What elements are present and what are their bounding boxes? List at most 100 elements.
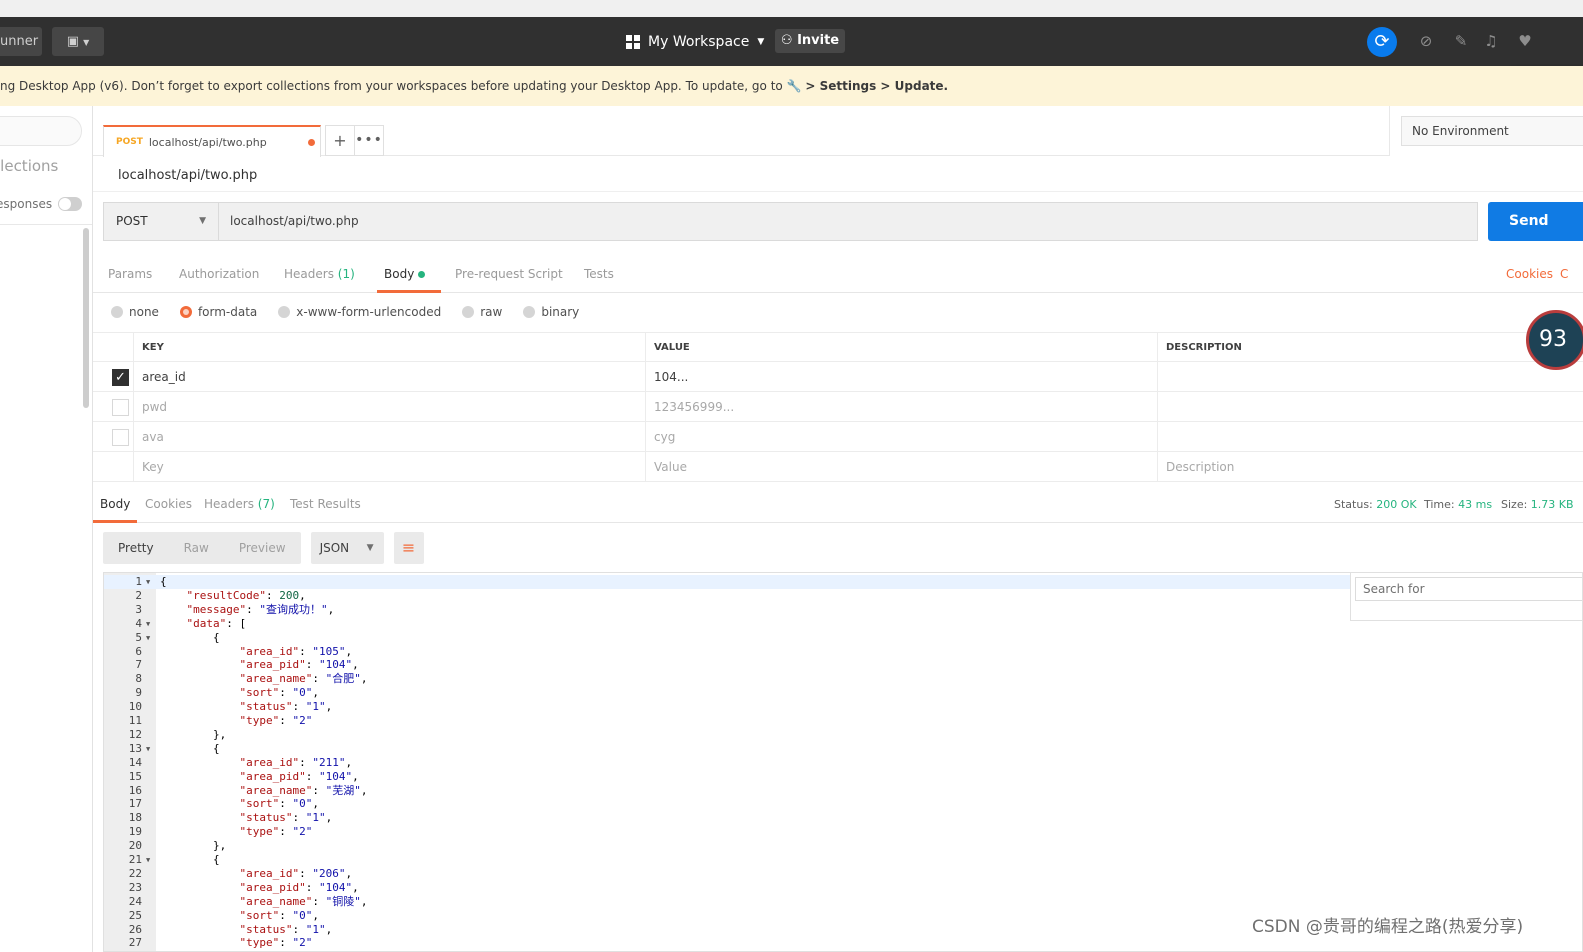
code-text: { bbox=[160, 630, 220, 644]
save-responses-toggle[interactable] bbox=[58, 197, 83, 211]
code-line: 21 ▼ { bbox=[104, 853, 1350, 867]
key-placeholder-cell[interactable]: Key bbox=[134, 452, 646, 482]
code-line: 25 "sort": "0", bbox=[104, 909, 1350, 923]
banner-text: ng Desktop App (v6). Don’t forget to exp… bbox=[0, 79, 783, 93]
response-view-toolbar: Pretty Raw Preview JSON ▼ ≡ bbox=[103, 532, 424, 564]
time-value: 43 ms bbox=[1458, 498, 1493, 511]
tab-prerequest-script[interactable]: Pre-request Script bbox=[455, 256, 563, 293]
tab-headers[interactable]: Headers (1) bbox=[284, 256, 355, 293]
response-size: Size: 1.73 KB bbox=[1501, 486, 1574, 523]
code-line: 8 "area_name": "合肥", bbox=[104, 672, 1350, 686]
size-value: 1.73 KB bbox=[1530, 498, 1574, 511]
value-placeholder-cell[interactable]: Value bbox=[646, 452, 1158, 482]
format-select[interactable]: JSON ▼ bbox=[310, 532, 384, 564]
tab-options-button[interactable]: ••• bbox=[354, 125, 384, 156]
tab-body-label: Body bbox=[384, 267, 415, 281]
bell-icon[interactable]: ♫ bbox=[1481, 31, 1501, 51]
radio-form-data[interactable]: form-data bbox=[179, 302, 257, 322]
runner-button[interactable]: unner bbox=[0, 27, 42, 56]
description-cell[interactable] bbox=[1158, 362, 1583, 392]
fold-arrow-icon[interactable]: ▼ bbox=[146, 742, 150, 756]
fold-arrow-icon[interactable]: ▼ bbox=[146, 631, 150, 645]
wrench-icon: 🔧 bbox=[786, 79, 802, 93]
wrap-lines-icon[interactable]: ≡ bbox=[393, 532, 424, 564]
description-cell[interactable] bbox=[1158, 392, 1583, 422]
preview-button[interactable]: Preview bbox=[224, 532, 301, 564]
column-header-key: KEY bbox=[134, 333, 646, 363]
line-number: 13 bbox=[128, 741, 142, 755]
description-cell[interactable] bbox=[1158, 422, 1583, 452]
key-cell[interactable]: ava bbox=[134, 422, 646, 452]
search-input[interactable]: Search for bbox=[1355, 577, 1582, 601]
satellite-icon[interactable]: ⊘ bbox=[1416, 31, 1436, 51]
tab-response-body[interactable]: Body bbox=[93, 486, 138, 523]
code-line: 7 "area_pid": "104", bbox=[104, 658, 1350, 672]
sidebar-search-input[interactable] bbox=[0, 116, 82, 146]
code-text: "type": "2" bbox=[239, 714, 313, 727]
description-placeholder-cell[interactable]: Description bbox=[1158, 452, 1583, 482]
code-text: "sort": "0", bbox=[239, 797, 319, 811]
wrench-icon[interactable]: ✎ bbox=[1451, 31, 1471, 51]
request-tab[interactable]: POST localhost/api/two.php bbox=[103, 125, 321, 157]
radio-none[interactable]: none bbox=[111, 302, 159, 322]
fold-arrow-icon[interactable]: ▼ bbox=[146, 575, 150, 589]
tab-authorization[interactable]: Authorization bbox=[179, 256, 259, 293]
checkbox-unchecked[interactable] bbox=[112, 429, 129, 446]
raw-button[interactable]: Raw bbox=[169, 532, 224, 564]
checkbox-unchecked[interactable] bbox=[112, 399, 129, 416]
fold-arrow-icon[interactable]: ▼ bbox=[146, 853, 150, 867]
table-row: pwd 123456999... bbox=[93, 392, 1583, 422]
tab-response-headers[interactable]: Headers (7) bbox=[204, 486, 275, 523]
tab-tests[interactable]: Tests bbox=[584, 256, 614, 293]
tab-method: POST bbox=[116, 137, 143, 147]
request-builder: POST localhost/api/two.php + ••• No Envi… bbox=[93, 106, 1583, 952]
method-select[interactable]: POST ▼ bbox=[104, 203, 219, 240]
code-text: { bbox=[160, 575, 167, 588]
cookies-link[interactable]: Cookies bbox=[1506, 256, 1553, 293]
tab-body[interactable]: Body bbox=[377, 256, 441, 293]
url-input[interactable]: localhost/api/two.php bbox=[219, 203, 1477, 240]
environment-select[interactable]: No Environment bbox=[1401, 116, 1583, 146]
pretty-button[interactable]: Pretty bbox=[103, 532, 169, 564]
request-tabs: Params Authorization Headers (1) Body Pr… bbox=[93, 256, 1583, 293]
tab-params[interactable]: Params bbox=[108, 256, 152, 293]
fold-arrow-icon[interactable]: ▼ bbox=[146, 617, 150, 631]
code-text: "area_id": "211", bbox=[239, 755, 353, 769]
heart-icon[interactable]: ♥ bbox=[1515, 31, 1535, 51]
code-line: 22 "area_id": "206", bbox=[104, 867, 1350, 881]
code-line: 4 ▼ "data": [ bbox=[104, 617, 1350, 631]
sidebar-collections-tab[interactable]: llections bbox=[0, 157, 58, 175]
code-line: 10 "status": "1", bbox=[104, 700, 1350, 714]
request-name[interactable]: localhost/api/two.php bbox=[118, 168, 257, 183]
sidebar-scrollbar[interactable] bbox=[83, 228, 89, 408]
code-link[interactable]: C bbox=[1560, 256, 1568, 293]
radio-urlencoded[interactable]: x-www-form-urlencoded bbox=[278, 302, 441, 322]
active-indicator-dot bbox=[418, 271, 426, 278]
value-cell[interactable]: 104... bbox=[646, 362, 1158, 392]
response-body-editor[interactable]: 1 ▼{2 "resultCode": 200, 3 "message": "查询成… bbox=[103, 572, 1583, 952]
tab-response-cookies[interactable]: Cookies bbox=[145, 486, 192, 523]
code-text: }, bbox=[160, 727, 227, 741]
update-banner: ng Desktop App (v6). Don’t forget to exp… bbox=[0, 66, 1583, 106]
status-label: Status: bbox=[1334, 498, 1373, 511]
value-cell[interactable]: 123456999... bbox=[646, 392, 1158, 422]
key-cell[interactable]: pwd bbox=[134, 392, 646, 422]
floating-speed-badge[interactable]: 93 bbox=[1526, 310, 1583, 370]
sync-icon[interactable]: ⟳ bbox=[1367, 27, 1397, 57]
radio-binary[interactable]: binary bbox=[523, 302, 579, 322]
checkbox-checked[interactable]: ✓ bbox=[112, 369, 129, 386]
code-line: 2 "resultCode": 200, bbox=[104, 589, 1350, 603]
send-button[interactable]: Send bbox=[1488, 202, 1583, 241]
line-number: 4 bbox=[135, 616, 142, 630]
invite-button[interactable]: ⚇ Invite bbox=[775, 29, 845, 53]
code-text: "type": "2" bbox=[239, 936, 313, 950]
workspace-switcher[interactable]: My Workspace ▼ bbox=[626, 31, 764, 53]
new-button[interactable]: ▣ ▼ bbox=[52, 27, 104, 56]
value-cell[interactable]: cyg bbox=[646, 422, 1158, 452]
new-tab-button[interactable]: + bbox=[325, 125, 355, 156]
radio-raw[interactable]: raw bbox=[462, 302, 502, 322]
tab-test-results[interactable]: Test Results bbox=[290, 486, 361, 523]
invite-label: Invite bbox=[797, 33, 840, 48]
key-cell[interactable]: area_id bbox=[134, 362, 646, 392]
line-number: 2 bbox=[135, 588, 142, 602]
